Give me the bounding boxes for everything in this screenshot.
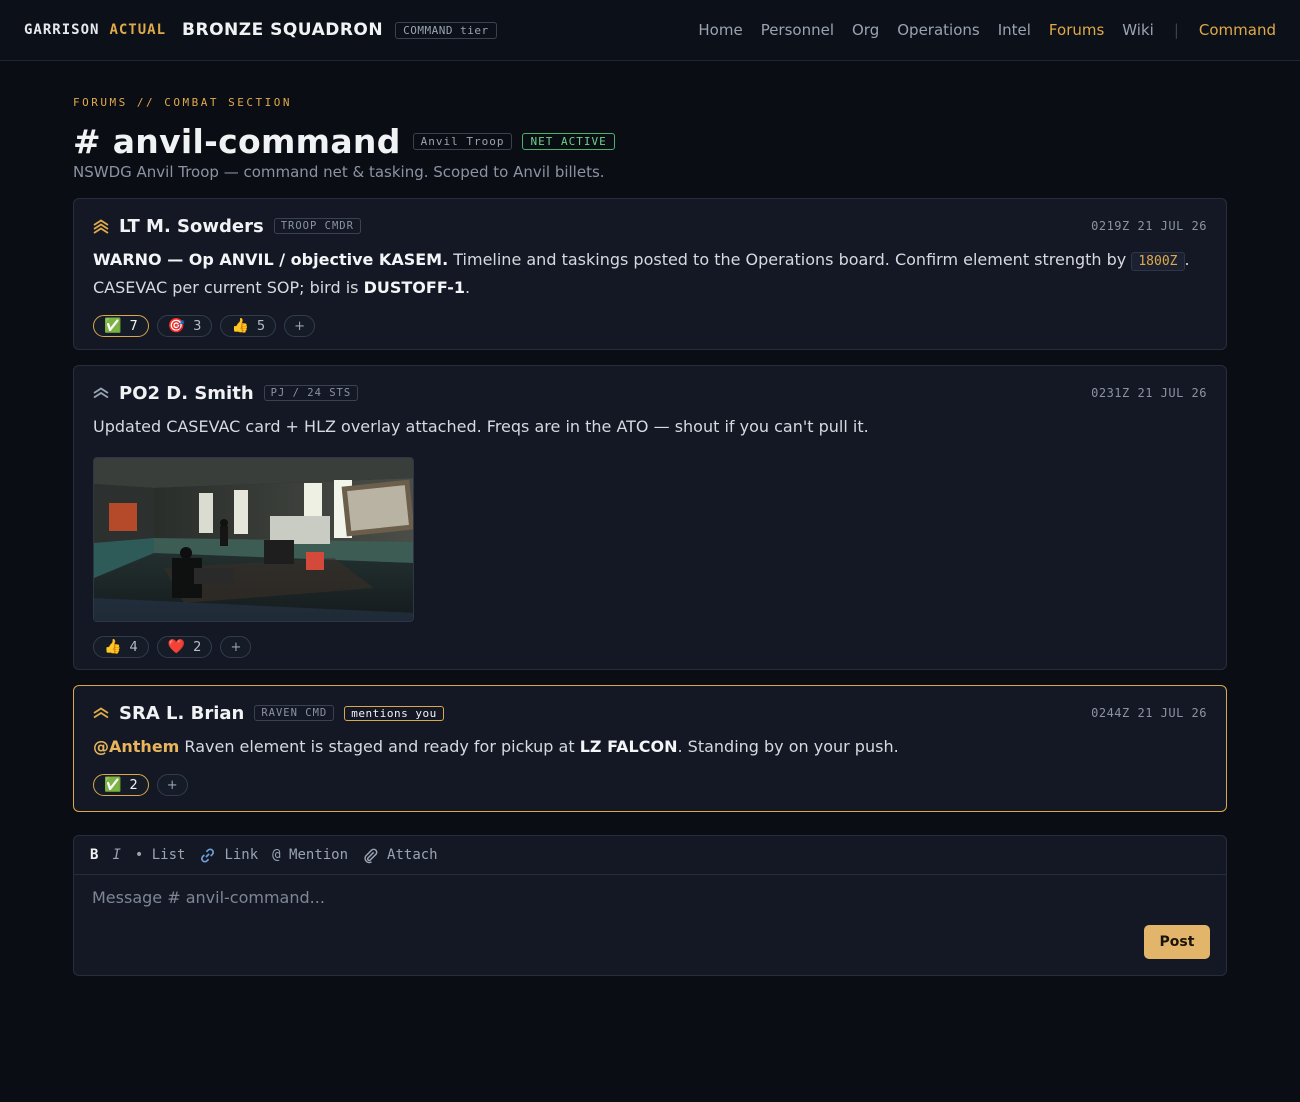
post-button[interactable]: Post <box>1144 925 1210 959</box>
nav-command[interactable]: Command <box>1199 21 1276 39</box>
post-card-mention: SRA L. Brian RAVEN CMD mentions you 0244… <box>73 685 1227 812</box>
chevron-double-icon <box>93 705 109 721</box>
reaction-pill[interactable]: ❤️ 2 <box>156 636 213 658</box>
post-header: PO2 D. Smith PJ / 24 STS 0231Z 21 JUL 26 <box>93 382 1207 404</box>
message-input[interactable] <box>92 888 1092 907</box>
reaction-count: 3 <box>193 318 202 334</box>
post-body: @Anthem Raven element is staged and read… <box>93 734 1207 760</box>
list-button[interactable]: • List <box>135 847 186 863</box>
link-button[interactable]: Link <box>199 847 258 864</box>
chevron-double-icon <box>93 385 109 401</box>
main-nav: Home Personnel Org Operations Intel Foru… <box>698 21 1276 39</box>
reaction-bar: ✅ 7 🎯 3 👍 5 + <box>93 315 1207 337</box>
chevron-triple-icon <box>93 218 109 234</box>
post-timestamp: 0231Z 21 JUL 26 <box>1091 386 1207 400</box>
post-body: WARNO — Op ANVIL / objective KASEM. Time… <box>93 247 1207 301</box>
inline-code: 1800Z <box>1131 252 1185 271</box>
post-card: PO2 D. Smith PJ / 24 STS 0231Z 21 JUL 26… <box>73 365 1227 670</box>
post-author[interactable]: SRA L. Brian <box>119 703 244 724</box>
post-body-text: Timeline and taskings posted to the Oper… <box>448 250 1132 269</box>
post-header: SRA L. Brian RAVEN CMD mentions you 0244… <box>93 702 1207 724</box>
reaction-pill[interactable]: ✅ 7 <box>93 315 149 337</box>
nav-separator: | <box>1173 21 1179 39</box>
nav-forums[interactable]: Forums <box>1049 21 1104 39</box>
post-body-bold: DUSTOFF-1 <box>363 278 466 297</box>
reaction-pill[interactable]: 🎯 3 <box>156 315 213 337</box>
add-reaction-button[interactable]: + <box>284 315 316 337</box>
nav-wiki[interactable]: Wiki <box>1122 21 1154 39</box>
reaction-bar: 👍 4 ❤️ 2 + <box>93 636 1207 658</box>
link-icon <box>201 847 215 863</box>
post-author[interactable]: LT M. Sowders <box>119 216 264 237</box>
post-body-text: . Standing by on your push. <box>677 737 899 756</box>
add-reaction-button[interactable]: + <box>156 774 188 796</box>
reaction-count: 2 <box>129 777 138 793</box>
thumbs-up-emoji-icon: 👍 <box>231 318 249 334</box>
post-timestamp: 0219Z 21 JUL 26 <box>1091 219 1207 233</box>
reaction-pill[interactable]: 👍 5 <box>220 315 277 337</box>
mention-button[interactable]: @ Mention <box>272 847 348 863</box>
author-role-badge: TROOP CMDR <box>273 218 361 234</box>
italic-button[interactable]: I <box>112 847 120 863</box>
reaction-count: 4 <box>129 639 138 655</box>
unit-badge: Anvil Troop <box>412 132 513 150</box>
top-nav-bar: GARRISON ACTUAL BRONZE SQUADRON COMMAND … <box>0 0 1300 61</box>
channel-title-row: # anvil-command Anvil Troop NET ACTIVE <box>73 121 1227 161</box>
unit-name: BRONZE SQUADRON <box>182 20 384 40</box>
post-author[interactable]: PO2 D. Smith <box>119 383 254 404</box>
attach-label: Attach <box>387 847 438 863</box>
attachment-image <box>94 458 413 621</box>
post-body-bold: LZ FALCON <box>579 737 678 756</box>
paperclip-icon <box>364 848 378 863</box>
check-emoji-icon: ✅ <box>104 318 122 334</box>
nav-operations[interactable]: Operations <box>897 21 979 39</box>
tier-badge: COMMAND tier <box>395 21 497 39</box>
channel-title: # anvil-command <box>73 121 401 161</box>
post-body-text: Raven element is staged and ready for pi… <box>179 737 580 756</box>
post-body-text: . <box>465 278 471 297</box>
composer-toolbar: B I • List Link @ Mention Attach <box>74 836 1226 875</box>
post-timestamp: 0244Z 21 JUL 26 <box>1091 706 1207 720</box>
reaction-bar: ✅ 2 + <box>93 774 1207 796</box>
reaction-count: 7 <box>129 318 138 334</box>
message-composer: B I • List Link @ Mention Attach Post <box>73 835 1227 976</box>
nav-org[interactable]: Org <box>852 21 879 39</box>
post-body: Updated CASEVAC card + HLZ overlay attac… <box>93 417 869 436</box>
attach-button[interactable]: Attach <box>362 847 438 864</box>
net-status-badge: NET ACTIVE <box>522 132 615 150</box>
post-header: LT M. Sowders TROOP CMDR 0219Z 21 JUL 26 <box>93 215 1207 237</box>
reaction-count: 5 <box>256 318 266 334</box>
thumbs-up-emoji-icon: 👍 <box>104 639 122 655</box>
post-body-bold: WARNO — Op ANVIL / objective KASEM. <box>93 250 449 269</box>
brand-accent[interactable]: ACTUAL <box>109 22 166 38</box>
link-label: Link <box>224 847 259 863</box>
author-role-badge: RAVEN CMD <box>254 705 335 721</box>
check-emoji-icon: ✅ <box>104 777 122 793</box>
channel-main: FORUMS // COMBAT SECTION # anvil-command… <box>73 61 1227 812</box>
channel-description: NSWDG Anvil Troop — command net & taskin… <box>73 163 605 181</box>
breadcrumb: FORUMS // COMBAT SECTION <box>73 96 292 109</box>
nav-home[interactable]: Home <box>698 21 742 39</box>
reaction-pill[interactable]: 👍 4 <box>93 636 149 658</box>
target-emoji-icon: 🎯 <box>167 318 186 334</box>
user-mention-link[interactable]: @Anthem <box>93 737 179 756</box>
author-role-badge: PJ / 24 STS <box>263 385 359 401</box>
heart-emoji-icon: ❤️ <box>167 639 186 655</box>
nav-personnel[interactable]: Personnel <box>761 21 834 39</box>
bold-button[interactable]: B <box>90 847 98 863</box>
post-card: LT M. Sowders TROOP CMDR 0219Z 21 JUL 26… <box>73 198 1227 350</box>
reaction-count: 2 <box>193 639 202 655</box>
reaction-pill[interactable]: ✅ 2 <box>93 774 149 796</box>
mentions-you-badge: mentions you <box>344 705 444 721</box>
image-attachment-icon[interactable] <box>93 457 414 622</box>
add-reaction-button[interactable]: + <box>220 636 252 658</box>
nav-intel[interactable]: Intel <box>998 21 1031 39</box>
brand-primary[interactable]: GARRISON <box>24 22 99 38</box>
